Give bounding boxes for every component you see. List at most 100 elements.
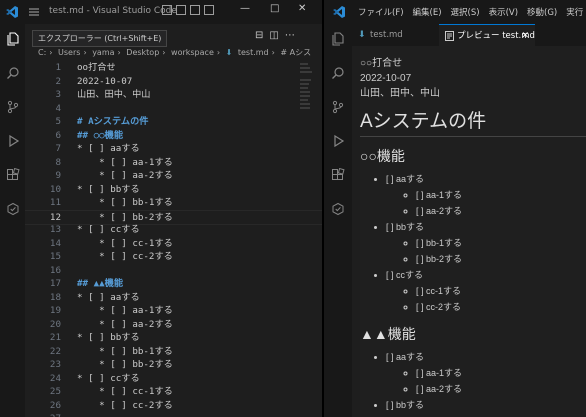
code-line[interactable]: 9 * [ ] aa-2する [25,169,322,183]
code-line[interactable]: 11 * [ ] bb-1する [25,196,322,210]
customize-layout-icon[interactable] [204,5,214,15]
preview-heading-2: ▲▲機能 [360,326,416,342]
code-text: * [ ] aa-1する [77,305,173,316]
testing-icon[interactable] [6,202,20,216]
line-number: 13 [49,224,61,235]
menu-selection[interactable]: 選択(S) [451,6,480,18]
search-icon[interactable] [331,66,345,80]
more-actions-icon[interactable]: ⋯ [285,30,295,41]
menu-icon[interactable] [28,6,40,18]
code-editor[interactable]: 1 oo打合せ 2 2022-10-07 3 山田、田中、中山 4 5 # Aシステムの件 6 ##… [25,61,322,417]
code-line[interactable]: 8 * [ ] aa-1する [25,156,322,170]
tab-preview[interactable]: プレビュー test.md ✕ [439,24,535,46]
breadcrumb-desktop[interactable]: Desktop [126,48,159,57]
source-control-icon[interactable] [6,100,20,114]
run-debug-icon[interactable] [6,134,20,148]
list-item-label: [ ] ccする [386,270,424,280]
code-text: * [ ] aa-1する [77,156,173,168]
toggle-secondary-sidebar-icon[interactable] [190,5,200,15]
code-line[interactable]: 10 * [ ] bbする [25,183,322,197]
code-line[interactable]: 5 # Aシステムの件 [25,115,322,129]
code-line[interactable]: 26 * [ ] cc-2する [25,399,322,413]
sublist-item: [ ] cc-1する [416,283,586,299]
list-item: [ ] bbする [386,397,586,413]
breadcrumb-users[interactable]: Users [58,48,80,57]
code-line[interactable]: 3 山田、田中、中山 [25,88,322,102]
preview-paragraph: ○○打合せ [360,58,403,69]
code-text: 2022-10-07 [77,75,133,87]
preview-list: [ ] aaする[ ] aa-1する[ ] aa-2する[ ] bbする[ ] … [360,171,586,315]
run-debug-icon[interactable] [331,134,345,148]
extensions-icon[interactable] [6,168,20,182]
title-bar-right: ファイル(F) 編集(E) 選択(S) 表示(V) 移動(G) 実行 [324,0,586,24]
open-preview-side-icon[interactable]: ⊟ [255,30,263,41]
extensions-icon[interactable] [331,168,345,182]
menu-edit[interactable]: 編集(E) [413,6,442,18]
code-line[interactable]: 6 ## ○○機能 [25,129,322,143]
preview-paragraph: 山田、田中、中山 [360,88,440,99]
code-line[interactable]: 13 * [ ] ccする [25,223,322,237]
line-number: 10 [49,183,61,195]
code-line[interactable]: 20 * [ ] aa-2する [25,318,322,332]
line-number: 19 [49,305,61,316]
breadcrumb-drive[interactable]: C: [38,48,46,57]
maximize-icon[interactable]: □ [270,3,279,14]
code-line[interactable]: 25 * [ ] cc-1する [25,385,322,399]
breadcrumb-workspace[interactable]: workspace [171,48,214,57]
breadcrumb-user[interactable]: yama [92,48,114,57]
testing-icon[interactable] [331,202,345,216]
list-item-label: [ ] aaする [386,352,425,362]
code-line[interactable]: 2 2022-10-07 [25,75,322,89]
title-bar: test.md - Visual Studio Code — □ ✕ [0,0,322,24]
sublist-item: [ ] cc-2する [416,299,586,315]
code-text: * [ ] cc-2する [77,399,173,411]
split-editor-icon[interactable]: ◫ [269,30,278,41]
preview-icon [445,31,454,41]
line-number: 2 [55,75,61,87]
markdown-file-icon: ⬇ [225,48,233,57]
code-line[interactable]: 17 ## ▲▲機能 [25,277,322,291]
list-item: [ ] ccする [ ] cc-1する[ ] cc-2する [386,267,586,315]
code-line[interactable]: 23 * [ ] bb-2する [25,358,322,372]
search-icon[interactable] [6,66,20,80]
menu-file[interactable]: ファイル(F) [358,6,404,18]
code-line[interactable]: 21 * [ ] bbする [25,331,322,345]
breadcrumb-symbol[interactable]: # Aシス [280,48,311,57]
preview-sublist: [ ] aa-1する[ ] aa-2する [386,365,586,397]
code-line[interactable]: 24 * [ ] ccする [25,372,322,386]
menu-run[interactable]: 実行 [566,6,583,18]
menu-go[interactable]: 移動(G) [527,6,557,18]
explorer-icon[interactable] [331,32,345,46]
close-tab-icon[interactable]: ✕ [521,25,529,47]
code-line[interactable]: 22 * [ ] bb-1する [25,345,322,359]
code-line[interactable]: 16 [25,264,322,278]
code-text: * [ ] ccする [77,224,140,235]
code-line[interactable]: 18 * [ ] aaする [25,291,322,305]
toggle-sidebar-icon[interactable] [162,5,172,15]
code-line[interactable]: 4 [25,102,322,116]
window-title: test.md - Visual Studio Code [49,6,177,16]
line-number: 22 [49,345,61,357]
minimize-icon[interactable]: — [240,3,250,14]
code-line[interactable]: 1 oo打合せ [25,61,322,75]
tab-test-md[interactable]: ⬇ test.md [352,24,439,46]
line-number: 21 [49,332,61,343]
line-number: 9 [55,170,61,181]
source-control-icon[interactable] [331,100,345,114]
close-icon[interactable]: ✕ [298,3,306,14]
line-number: 20 [49,318,61,330]
vscode-logo-icon [6,6,18,18]
code-line[interactable]: 19 * [ ] aa-1する [25,304,322,318]
breadcrumb-file[interactable]: test.md [238,48,269,57]
code-line[interactable]: 14 * [ ] cc-1する [25,237,322,251]
line-number: 23 [49,359,61,370]
toggle-panel-icon[interactable] [176,5,186,15]
list-item-label: [ ] bbする [386,222,425,232]
list-item: [ ] aaする [ ] aa-1する[ ] aa-2する [386,349,586,397]
code-line[interactable]: 7 * [ ] aaする [25,142,322,156]
line-number: 18 [49,291,61,303]
explorer-icon[interactable] [6,32,20,46]
code-line[interactable]: 15 * [ ] cc-2する [25,250,322,264]
menu-view[interactable]: 表示(V) [489,6,518,18]
code-line[interactable]: 27 [25,412,322,417]
